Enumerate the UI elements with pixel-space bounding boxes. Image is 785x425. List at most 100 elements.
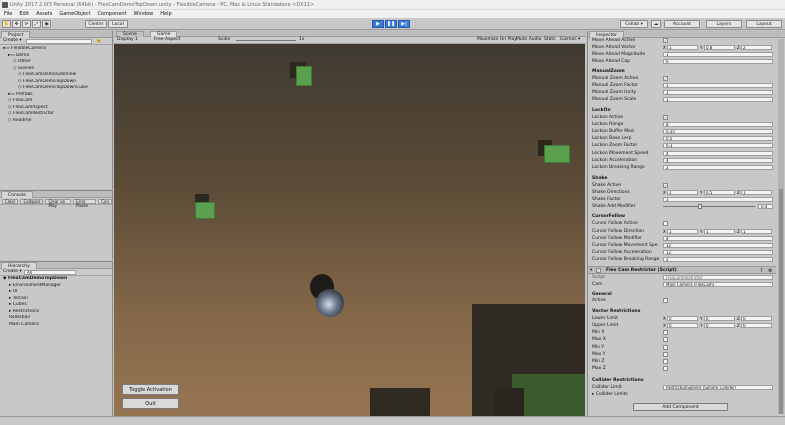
property-field[interactable]: 4 xyxy=(663,236,773,241)
console-button[interactable]: Con xyxy=(98,198,112,204)
menu-item[interactable]: File xyxy=(4,11,12,17)
tab-hierarchy[interactable]: Hierarchy xyxy=(1,262,37,269)
scale-tool-icon[interactable]: ⤢ xyxy=(32,20,41,28)
display-dropdown[interactable]: Display 1 xyxy=(117,37,138,42)
property-checkbox[interactable] xyxy=(663,366,668,371)
vector-component-field[interactable]: 1 xyxy=(667,190,698,195)
property-checkbox[interactable] xyxy=(663,337,668,342)
property-field[interactable]: 1 xyxy=(663,90,773,95)
console-button[interactable]: Clear xyxy=(2,198,19,204)
maximize-on-play-toggle[interactable]: Maximize On Play xyxy=(477,37,517,42)
step-button[interactable]: ▶| xyxy=(398,20,410,28)
mute-audio-toggle[interactable]: Mute Audio xyxy=(516,37,542,42)
menu-item[interactable]: Edit xyxy=(19,11,29,17)
expand-arrow-icon[interactable]: ▾ xyxy=(590,268,592,273)
property-checkbox[interactable]: ✓ xyxy=(663,183,668,188)
account-dropdown[interactable]: Account xyxy=(664,20,700,28)
pause-button[interactable]: ❚❚ xyxy=(385,20,397,28)
property-checkbox[interactable] xyxy=(663,345,668,350)
tab-project[interactable]: Project xyxy=(1,31,31,38)
collab-button[interactable]: Collab ▾ xyxy=(620,20,648,28)
hierarchy-create-button[interactable]: Create ▾ xyxy=(3,269,22,274)
component-enabled-checkbox[interactable]: ✓ xyxy=(596,268,601,273)
property-field[interactable]: 4 xyxy=(663,151,773,156)
property-field[interactable]: 0 xyxy=(663,59,773,64)
aspect-dropdown[interactable]: Free Aspect xyxy=(154,37,180,42)
property-field[interactable]: RestrictionSphere (Sphere Collider) xyxy=(663,385,773,390)
inspector-scrollbar[interactable] xyxy=(778,39,784,414)
rect-tool-icon[interactable]: ▣ xyxy=(42,20,51,28)
property-checkbox[interactable] xyxy=(663,298,668,303)
property-checkbox[interactable]: ✓ xyxy=(663,76,668,81)
gear-icon[interactable]: ⚙ xyxy=(768,268,772,274)
property-field[interactable]: 1 xyxy=(663,197,773,202)
layout-dropdown[interactable]: Layout xyxy=(746,20,782,28)
property-field[interactable]: 12 xyxy=(663,243,773,248)
property-checkbox[interactable]: ✓ xyxy=(663,115,668,120)
cam-field[interactable]: Main Camera (FlexCam) xyxy=(663,282,773,287)
menu-item[interactable]: Assets xyxy=(36,11,52,17)
vector-component-field[interactable]: 1 xyxy=(741,190,772,195)
vector-component-field[interactable]: 0 xyxy=(667,323,698,328)
vector-component-field[interactable]: 1 xyxy=(741,229,772,234)
toggle-activation-button[interactable]: Toggle Activation xyxy=(122,384,179,395)
property-field[interactable]: 1 xyxy=(663,52,773,57)
project-create-button[interactable]: Create ▾ xyxy=(3,38,22,43)
gizmos-dropdown[interactable]: Gizmos ▾ xyxy=(560,37,580,42)
console-button[interactable]: Clear on Play xyxy=(45,198,72,207)
vector-component-field[interactable]: 0 xyxy=(667,316,698,321)
property-checkbox[interactable] xyxy=(663,359,668,364)
hand-tool-icon[interactable]: ✋ xyxy=(2,20,11,28)
project-search-input[interactable] xyxy=(26,39,92,44)
property-checkbox[interactable] xyxy=(663,352,668,357)
vector-component-field[interactable]: 1 xyxy=(667,229,698,234)
layers-dropdown[interactable]: Layers xyxy=(706,20,742,28)
add-component-button[interactable]: Add Component xyxy=(633,403,728,411)
help-icon[interactable]: ? xyxy=(760,268,763,274)
menu-item[interactable]: Window xyxy=(134,11,154,17)
slider-value-field[interactable]: 0.4 xyxy=(758,204,773,209)
project-tree-item[interactable]: ◇ Readme xyxy=(0,118,112,125)
cloud-icon[interactable]: ☁ xyxy=(651,20,661,28)
slider-track[interactable] xyxy=(663,206,755,207)
property-field[interactable]: 12 xyxy=(663,250,773,255)
hierarchy-item[interactable]: Main Camera xyxy=(0,322,112,329)
property-field[interactable]: 1 xyxy=(663,83,773,88)
menu-item[interactable]: GameObject xyxy=(59,11,90,17)
vector-component-field[interactable]: 0.5 xyxy=(704,190,735,195)
vector-component-field[interactable]: 0 xyxy=(741,316,772,321)
vector-component-field[interactable]: 0 xyxy=(704,323,735,328)
game-viewport[interactable]: Toggle Activation Quit xyxy=(114,44,585,416)
stats-toggle[interactable]: Stats xyxy=(544,37,556,42)
scale-slider[interactable] xyxy=(236,40,296,41)
property-checkbox[interactable]: ✓ xyxy=(663,38,668,43)
property-field[interactable]: 0.3 xyxy=(663,143,773,148)
property-field[interactable]: 4 xyxy=(663,158,773,163)
property-field[interactable]: 8 xyxy=(663,122,773,127)
property-field[interactable]: 2 xyxy=(663,257,773,262)
vector-component-field[interactable]: 0 xyxy=(741,323,772,328)
menu-item[interactable]: Help xyxy=(160,11,171,17)
hierarchy-search-input[interactable]: All xyxy=(24,270,76,275)
property-field[interactable]: 0.5 xyxy=(663,136,773,141)
menu-item[interactable]: Component xyxy=(98,11,127,17)
property-field[interactable]: 0.25 xyxy=(663,129,773,134)
slider-thumb[interactable] xyxy=(697,204,702,209)
quit-button[interactable]: Quit xyxy=(122,398,179,409)
vector-component-field[interactable]: 0 xyxy=(704,316,735,321)
property-checkbox[interactable] xyxy=(663,221,668,226)
property-field[interactable]: 2 xyxy=(663,165,773,170)
console-button[interactable]: Collapse xyxy=(20,198,44,204)
move-tool-icon[interactable]: ✥ xyxy=(12,20,21,28)
tab-inspector[interactable]: Inspector xyxy=(589,31,624,38)
component-header[interactable]: ▾ ✓ Flex Cam Restrictor (Script) ? ⚙ xyxy=(588,266,776,274)
property-field[interactable]: 1 xyxy=(663,97,773,102)
property-checkbox[interactable] xyxy=(663,330,668,335)
console-button[interactable]: Error Pause xyxy=(73,198,97,207)
vector-component-field[interactable]: 2 xyxy=(741,45,772,50)
tab-console[interactable]: Console xyxy=(1,191,33,198)
pivot-toggle[interactable]: Center xyxy=(85,20,107,28)
vector-component-field[interactable]: 1 xyxy=(704,229,735,234)
vector-component-field[interactable]: 0.8 xyxy=(704,45,735,50)
play-button[interactable]: ▶ xyxy=(372,20,384,28)
